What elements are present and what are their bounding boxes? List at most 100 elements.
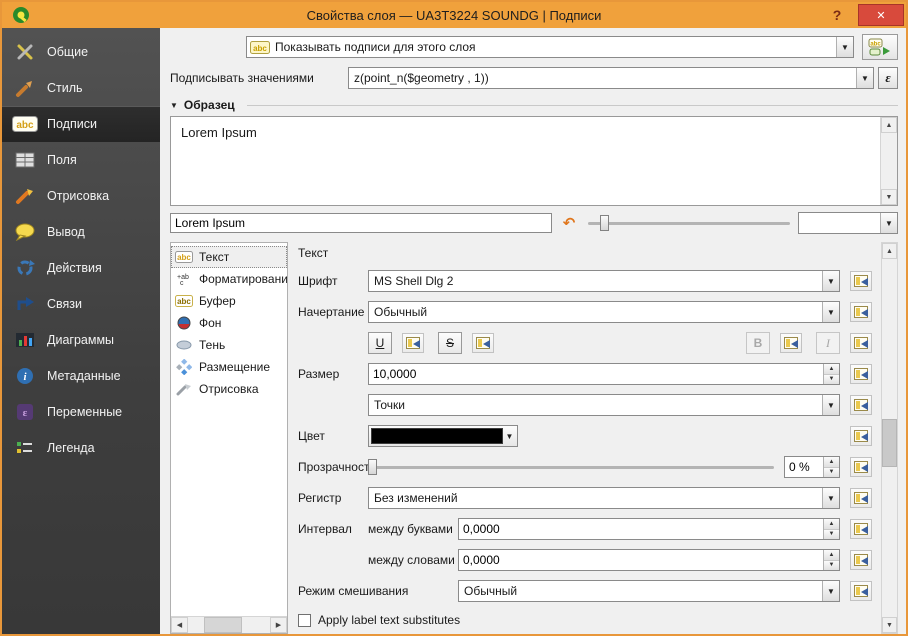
sidebar-item-legend[interactable]: Легенда xyxy=(2,430,160,466)
expression-value: z(point_n($geometry , 1)) xyxy=(349,71,856,85)
sidebar-item-labels[interactable]: abc Подписи xyxy=(2,106,160,142)
chevron-down-icon[interactable]: ▼ xyxy=(856,68,873,88)
slider-handle[interactable] xyxy=(368,459,377,475)
bold-button[interactable]: B xyxy=(746,332,770,354)
chevron-down-icon[interactable]: ▼ xyxy=(880,213,897,233)
help-button[interactable]: ? xyxy=(824,7,850,23)
chevron-down-icon[interactable]: ▼ xyxy=(503,432,516,441)
style-item-formatting[interactable]: +abc Форматирование xyxy=(171,268,287,290)
spin-up-icon[interactable]: ▲ xyxy=(824,457,839,468)
sidebar-item-display[interactable]: Вывод xyxy=(2,214,160,250)
scrollbar-track[interactable] xyxy=(242,617,270,633)
spin-up-icon[interactable]: ▲ xyxy=(824,519,839,530)
expression-combobox[interactable]: z(point_n($geometry , 1)) ▼ xyxy=(348,67,874,89)
chevron-down-icon[interactable]: ▼ xyxy=(822,302,839,322)
sidebar-item-style[interactable]: Стиль xyxy=(2,70,160,106)
preview-vertical-scrollbar[interactable]: ▲ ▼ xyxy=(880,117,897,205)
sidebar-item-rendering[interactable]: Отрисовка xyxy=(2,178,160,214)
data-defined-override-button[interactable] xyxy=(850,581,872,601)
data-defined-override-button[interactable] xyxy=(850,426,872,446)
scroll-up-icon[interactable]: ▲ xyxy=(882,243,897,259)
slider-handle[interactable] xyxy=(600,215,609,231)
italic-button[interactable]: I xyxy=(816,332,840,354)
chevron-down-icon[interactable]: ▼ xyxy=(822,395,839,415)
panel-vertical-scrollbar[interactable]: ▲ ▼ xyxy=(881,242,898,634)
font-style-combobox[interactable]: Обычный ▼ xyxy=(368,301,840,323)
style-item-background[interactable]: Фон xyxy=(171,312,287,334)
data-defined-override-button[interactable] xyxy=(850,519,872,539)
data-defined-override-button[interactable] xyxy=(850,364,872,384)
chevron-down-icon[interactable]: ▼ xyxy=(822,581,839,601)
style-item-shadow[interactable]: Тень xyxy=(171,334,287,356)
scroll-up-icon[interactable]: ▲ xyxy=(881,117,897,133)
opacity-slider[interactable] xyxy=(368,457,774,477)
opacity-input[interactable] xyxy=(785,457,823,477)
spin-down-icon[interactable]: ▼ xyxy=(824,375,839,385)
data-defined-override-button[interactable] xyxy=(850,302,872,322)
style-item-rendering[interactable]: Отрисовка xyxy=(171,378,287,400)
scroll-down-icon[interactable]: ▼ xyxy=(882,617,897,633)
word-spacing-input[interactable] xyxy=(459,550,823,570)
size-spinbox[interactable]: ▲▼ xyxy=(368,363,840,385)
chevron-down-icon[interactable]: ▼ xyxy=(822,271,839,291)
data-defined-override-button[interactable] xyxy=(850,488,872,508)
spin-up-icon[interactable]: ▲ xyxy=(824,364,839,375)
opacity-label: Прозрачность xyxy=(298,460,368,474)
automated-placement-settings-button[interactable]: abc xyxy=(862,34,898,60)
sample-text-input[interactable] xyxy=(170,213,552,233)
style-list-horizontal-scrollbar[interactable]: ◀ ▶ xyxy=(171,616,287,633)
apply-substitutes-checkbox[interactable] xyxy=(298,614,311,627)
expression-builder-button[interactable]: ε xyxy=(878,67,898,89)
chevron-down-icon[interactable]: ▼ xyxy=(836,37,853,57)
font-combobox[interactable]: MS Shell Dlg 2 ▼ xyxy=(368,270,840,292)
preview-scale-slider[interactable] xyxy=(588,213,790,233)
spin-down-icon[interactable]: ▼ xyxy=(824,530,839,540)
spin-up-icon[interactable]: ▲ xyxy=(824,550,839,561)
letter-spacing-spinbox[interactable]: ▲▼ xyxy=(458,518,840,540)
sidebar-item-fields[interactable]: Поля xyxy=(2,142,160,178)
scroll-right-icon[interactable]: ▶ xyxy=(270,617,287,633)
size-input[interactable] xyxy=(369,364,823,384)
data-defined-override-button[interactable] xyxy=(850,271,872,291)
word-spacing-spinbox[interactable]: ▲▼ xyxy=(458,549,840,571)
titlebar[interactable]: Свойства слоя — UA3T3224 SOUNDG | Подпис… xyxy=(2,2,906,28)
sidebar-item-metadata[interactable]: i Метаданные xyxy=(2,358,160,394)
chevron-down-icon[interactable]: ▼ xyxy=(822,488,839,508)
data-defined-override-button[interactable] xyxy=(850,550,872,570)
sample-group-header[interactable]: ▼ Образец xyxy=(170,98,898,112)
blend-mode-combobox[interactable]: Обычный ▼ xyxy=(458,580,840,602)
font-color-button[interactable]: ▼ xyxy=(368,425,518,447)
data-defined-override-button[interactable] xyxy=(780,333,802,353)
sidebar-item-general[interactable]: Общие xyxy=(2,34,160,70)
strikeout-button[interactable]: S xyxy=(438,332,462,354)
data-defined-override-button[interactable] xyxy=(850,395,872,415)
style-item-buffer[interactable]: abc Буфер xyxy=(171,290,287,312)
data-defined-override-button[interactable] xyxy=(850,457,872,477)
style-item-placement[interactable]: Размещение xyxy=(171,356,287,378)
letter-spacing-input[interactable] xyxy=(459,519,823,539)
spin-down-icon[interactable]: ▼ xyxy=(824,561,839,571)
opacity-spinbox[interactable]: ▲▼ xyxy=(784,456,840,478)
scroll-left-icon[interactable]: ◀ xyxy=(171,617,188,633)
scrollbar-track[interactable] xyxy=(882,259,897,617)
scrollbar-thumb[interactable] xyxy=(204,617,242,633)
style-item-text[interactable]: abc Текст xyxy=(171,246,287,268)
sidebar-item-variables[interactable]: ε Переменные xyxy=(2,394,160,430)
type-case-combobox[interactable]: Без изменений ▼ xyxy=(368,487,840,509)
show-labels-combobox[interactable]: abc Показывать подписи для этого слоя ▼ xyxy=(246,36,854,58)
collapse-triangle-icon[interactable]: ▼ xyxy=(170,101,178,110)
spin-down-icon[interactable]: ▼ xyxy=(824,468,839,478)
reset-sample-button[interactable]: ↶ xyxy=(558,213,580,233)
size-units-combobox[interactable]: Точки ▼ xyxy=(368,394,840,416)
sidebar-item-actions[interactable]: Действия xyxy=(2,250,160,286)
preview-background-combobox[interactable]: ▼ xyxy=(798,212,898,234)
scroll-down-icon[interactable]: ▼ xyxy=(881,189,897,205)
scrollbar-thumb[interactable] xyxy=(882,419,897,467)
close-button[interactable]: ✕ xyxy=(858,4,904,26)
underline-button[interactable]: U xyxy=(368,332,392,354)
sidebar-item-joins[interactable]: Связи xyxy=(2,286,160,322)
data-defined-override-button[interactable] xyxy=(850,333,872,353)
data-defined-override-button[interactable] xyxy=(472,333,494,353)
data-defined-override-button[interactable] xyxy=(402,333,424,353)
sidebar-item-diagrams[interactable]: Диаграммы xyxy=(2,322,160,358)
